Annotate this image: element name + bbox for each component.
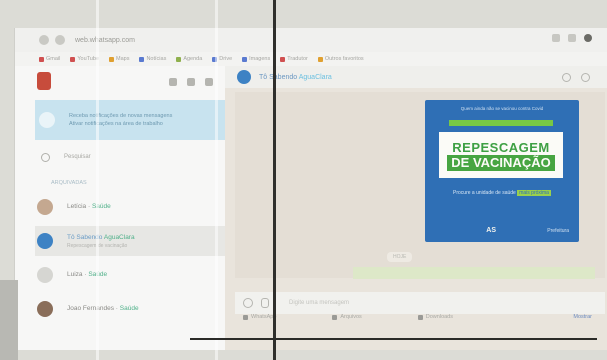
message-list: Quem ainda não se vacinou contra Covid R… — [235, 92, 605, 279]
download-item[interactable]: WhatsApp — [243, 314, 276, 320]
poster-top-text: Quem ainda não se vacinou contra Covid — [460, 106, 544, 111]
chat-name: Luiza · Saúde — [67, 270, 107, 278]
bookmark-icon — [39, 56, 44, 62]
bookmark-icon — [317, 56, 323, 62]
bell-icon — [39, 112, 55, 128]
notification-text: Receba notificações de novas mensagens A… — [69, 112, 172, 128]
frame-bar — [215, 0, 218, 360]
new-chat-icon[interactable] — [187, 78, 195, 86]
conversation-title: Tô Sabendo AguaClara — [259, 73, 332, 81]
bookmark[interactable]: Outros favoritos — [317, 56, 364, 62]
conversation-header[interactable]: Tô Sabendo AguaClara — [225, 66, 607, 88]
poster-footer-right: Prefeitura — [547, 227, 569, 234]
chat-body: Joao Fernandes · Saúde — [67, 305, 139, 314]
profile-icon[interactable] — [584, 34, 592, 42]
avatar — [37, 233, 53, 249]
browser-actions — [552, 34, 592, 42]
bookmark[interactable]: Agenda — [176, 56, 202, 62]
poster-headline-2: DE VACINAÇÃO — [447, 154, 555, 171]
frame-line — [190, 338, 597, 340]
chat-preview: Repescagem de vacinação — [67, 242, 128, 249]
chat-name: Tô Sabendo AguaClara — [67, 233, 135, 241]
poster-subtext: Procure a unidade de saúde mais próxima — [453, 190, 551, 196]
bookmark-icon — [109, 56, 114, 62]
bookmark-icon — [242, 56, 248, 62]
chat-list-item[interactable]: Joao Fernandes · Saúde — [35, 294, 225, 324]
chat-sidebar: Receba notificações de novas mensagens A… — [15, 66, 225, 350]
menu-icon[interactable] — [205, 78, 213, 86]
sidebar-actions — [169, 78, 213, 86]
search-icon[interactable] — [562, 73, 571, 82]
chat-name: Joao Fernandes · Saúde — [67, 304, 139, 312]
chat-body: Letícia · Saúde — [67, 203, 111, 212]
download-item[interactable]: Downloads — [417, 314, 453, 320]
avatar — [37, 199, 53, 215]
archived-label[interactable]: ARQUIVADAS — [51, 180, 87, 186]
photo-frame: web.whatsapp.com Gmail YouTube Maps Notí… — [0, 0, 607, 360]
chat-list-item[interactable]: Tô Sabendo AguaClara Repescagem de vacin… — [35, 226, 225, 256]
search-icon — [41, 152, 50, 162]
bookmark-icon — [280, 56, 286, 62]
sidebar-header — [15, 66, 225, 96]
frame-shadow — [0, 280, 18, 360]
bookmark-icon — [70, 56, 76, 62]
avatar[interactable] — [37, 72, 51, 90]
poster-strip — [449, 120, 553, 126]
bookmark[interactable]: Maps — [109, 56, 129, 62]
star-icon[interactable] — [552, 34, 560, 42]
file-icon — [417, 314, 423, 320]
bookmark[interactable]: Tradutor — [280, 56, 308, 62]
avatar — [37, 301, 53, 317]
browser-window: web.whatsapp.com Gmail YouTube Maps Notí… — [14, 28, 607, 350]
notification-subtitle: Ativar notificações na área de trabalho — [69, 121, 163, 127]
chat-list-item[interactable]: Luiza · Saúde — [35, 260, 225, 290]
poster-logo: AS — [486, 227, 497, 234]
notification-title: Receba notificações de novas mensagens — [69, 113, 173, 119]
frame-bar — [273, 0, 276, 360]
address-bar: web.whatsapp.com — [15, 28, 607, 52]
avatar[interactable] — [237, 70, 251, 84]
bookmark[interactable]: Notícias — [139, 56, 166, 62]
status-icon[interactable] — [169, 78, 177, 86]
bookmark-icon — [176, 56, 182, 62]
bookmark[interactable]: YouTube — [70, 56, 99, 62]
extension-icon[interactable] — [568, 34, 576, 42]
file-icon — [332, 314, 338, 320]
avatar — [37, 267, 53, 283]
notification-banner[interactable]: Receba notificações de novas mensagens A… — [35, 100, 225, 140]
chat-body: Tô Sabendo AguaClara Repescagem de vacin… — [67, 234, 135, 249]
poster-footer: AS Prefeitura — [435, 227, 569, 234]
back-icon[interactable] — [39, 35, 49, 45]
menu-icon[interactable] — [581, 73, 590, 82]
frame-bar — [96, 0, 99, 360]
poster-headline-box: REPESCAGEM DE VACINAÇÃO — [439, 132, 563, 178]
search-bar[interactable]: Pesquisar — [35, 150, 225, 164]
outgoing-message[interactable] — [353, 267, 595, 279]
poster-headline-1: REPESCAGEM — [452, 139, 550, 155]
date-pill: HOJE — [387, 252, 413, 262]
url-field[interactable]: web.whatsapp.com — [75, 37, 135, 44]
chat-list-item[interactable]: Letícia · Saúde — [35, 192, 225, 222]
reload-icon[interactable] — [55, 35, 65, 45]
conversation-actions — [562, 73, 590, 82]
search-input[interactable]: Pesquisar — [64, 154, 91, 160]
bookmark[interactable]: Imagens — [242, 56, 270, 62]
image-message[interactable]: Quem ainda não se vacinou contra Covid R… — [425, 100, 579, 242]
download-bar: WhatsApp Arquivos Downloads Mostrar — [225, 306, 607, 328]
bookmarks-bar: Gmail YouTube Maps Notícias Agenda Drive… — [15, 52, 607, 66]
bookmark-icon — [139, 56, 145, 62]
download-item[interactable]: Arquivos — [332, 314, 362, 320]
show-all-button[interactable]: Mostrar — [573, 314, 592, 320]
file-icon — [243, 314, 248, 320]
chat-body: Luiza · Saúde — [67, 271, 107, 280]
chat-name: Letícia · Saúde — [67, 202, 111, 210]
bookmark[interactable]: Gmail — [39, 56, 60, 62]
